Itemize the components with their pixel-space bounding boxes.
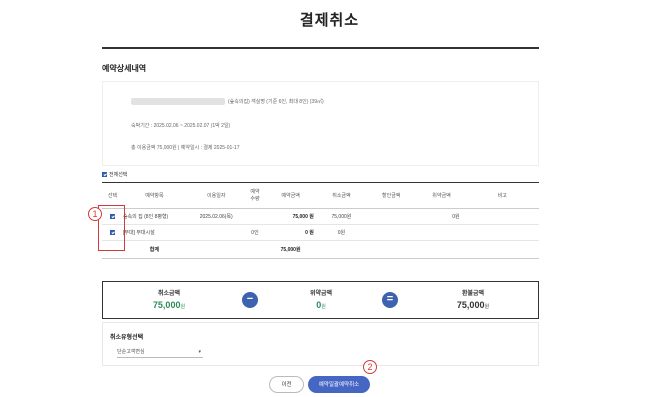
title-divider xyxy=(102,47,539,49)
cancel-amount-block: 취소금액 75,000원 xyxy=(119,288,219,310)
row-cancel: 0원 xyxy=(317,224,366,241)
row-date: 2025.02.06(목) xyxy=(185,208,247,225)
row-cancel: 75,000원 xyxy=(317,208,366,225)
total-amount: 75,000원 xyxy=(263,240,318,259)
col-header: 이용일자 xyxy=(185,182,247,209)
prev-button[interactable]: 이전 xyxy=(269,376,304,393)
step-marker-1: 1 xyxy=(88,207,102,221)
refund-amount-number: 75,000 xyxy=(456,300,485,310)
row-amount: 75,000 원 xyxy=(263,208,318,225)
step-marker-2: 2 xyxy=(363,360,377,374)
info-period: 숙박기간 : 2025.02.06 ~ 2025.02.07 (1박 2일) xyxy=(131,123,231,129)
total-blank xyxy=(185,240,247,259)
col-header: 예약금액 xyxy=(263,182,318,209)
col-header: 예약 수량 xyxy=(246,182,264,209)
row-qty: 0인 xyxy=(246,224,264,241)
chevron-down-icon: ▾ xyxy=(198,349,201,355)
select-all-label: 전체선택 xyxy=(109,172,128,178)
redacted-facility-name xyxy=(131,98,225,106)
cancel-amount-label: 취소금액 xyxy=(157,291,181,297)
col-header: 취소금액 xyxy=(317,182,366,209)
reservation-info-box: (숲속의집) 객실명 (기준 6인, 최대 8인) (39㎡) 숙박기간 : 2… xyxy=(102,81,539,166)
refund-amount-block: 환불금액 75,000원 xyxy=(423,288,523,310)
row-penalty: 0원 xyxy=(417,208,466,225)
col-header: 비고 xyxy=(465,182,539,209)
row-item: [부대] 부대시설 xyxy=(122,224,186,241)
table-header-row: 선택 예약항목 이용일자 예약 수량 예약금액 취소금액 할인금액 위약금액 비… xyxy=(102,182,539,209)
col-header: 예약항목 xyxy=(122,182,186,209)
row-amount: 0 원 xyxy=(263,224,318,241)
row-item: 숲속의 집 (8인 8평형) xyxy=(122,208,186,225)
row-discount xyxy=(365,208,418,225)
info-room-line: (숲속의집) 객실명 (기준 6인, 최대 8인) (39㎡) xyxy=(131,98,324,106)
equals-icon: = xyxy=(382,292,398,308)
payment-cancel-page: 결제취소 예약상세내역 (숲속의집) 객실명 (기준 6인, 최대 8인) (3… xyxy=(0,0,659,397)
section-title: 예약상세내역 xyxy=(102,64,147,73)
penalty-amount-value: 0원 xyxy=(271,300,371,310)
penalty-amount-label: 위약금액 xyxy=(309,291,333,297)
cancel-type-section: 취소유형선택 단순고객변심 ▾ xyxy=(102,322,539,366)
total-blank xyxy=(365,240,418,259)
total-row: 합계 75,000원 xyxy=(102,240,539,259)
row-penalty xyxy=(417,224,466,241)
cancel-type-selected: 단순고객변심 xyxy=(117,349,145,355)
total-label: 합계 xyxy=(122,240,186,259)
table-row: [부대] 부대시설 0인 0 원 0원 xyxy=(102,224,539,241)
col-header: 할인금액 xyxy=(365,182,418,209)
penalty-amount-block: 위약금액 0원 xyxy=(271,288,371,310)
batch-cancel-button[interactable]: 예약일괄예약취소 xyxy=(308,376,370,393)
checkbox-highlight-box xyxy=(98,205,125,251)
total-blank xyxy=(246,240,264,259)
cancel-amount-number: 75,000 xyxy=(152,300,181,310)
total-blank xyxy=(317,240,366,259)
table-row: 숲속의 집 (8인 8평형) 2025.02.06(목) 75,000 원 75… xyxy=(102,208,539,225)
col-header: 위약금액 xyxy=(417,182,466,209)
info-room-text: (숲속의집) 객실명 (기준 6인, 최대 8인) (39㎡) xyxy=(228,99,324,105)
info-amount: 총 이용금액 75,000원 | 예약일시 : 결제 2025-01-17 xyxy=(131,145,240,151)
total-blank xyxy=(465,240,539,259)
page-title: 결제취소 xyxy=(299,12,360,29)
minus-icon: − xyxy=(242,292,258,308)
row-qty xyxy=(246,208,264,225)
row-note xyxy=(465,208,539,225)
cancel-type-select[interactable]: 단순고객변심 ▾ xyxy=(117,348,203,358)
refund-amount-value: 75,000원 xyxy=(423,300,523,310)
amount-summary: 취소금액 75,000원 − 위약금액 0원 = 환불금액 75,000원 xyxy=(102,281,539,319)
cancel-type-label: 취소유형선택 xyxy=(110,335,144,341)
row-discount xyxy=(365,224,418,241)
refund-amount-unit: 원 xyxy=(484,304,490,310)
row-date xyxy=(185,224,247,241)
checkbox-checked-icon xyxy=(102,172,107,177)
row-note xyxy=(465,224,539,241)
penalty-amount-unit: 원 xyxy=(321,304,326,310)
select-all-checkbox[interactable]: 전체선택 xyxy=(102,171,127,178)
total-blank xyxy=(417,240,466,259)
reservation-table: 선택 예약항목 이용일자 예약 수량 예약금액 취소금액 할인금액 위약금액 비… xyxy=(102,182,539,259)
cancel-amount-unit: 원 xyxy=(180,304,186,310)
refund-amount-label: 환불금액 xyxy=(461,291,485,297)
cancel-amount-value: 75,000원 xyxy=(119,300,219,310)
